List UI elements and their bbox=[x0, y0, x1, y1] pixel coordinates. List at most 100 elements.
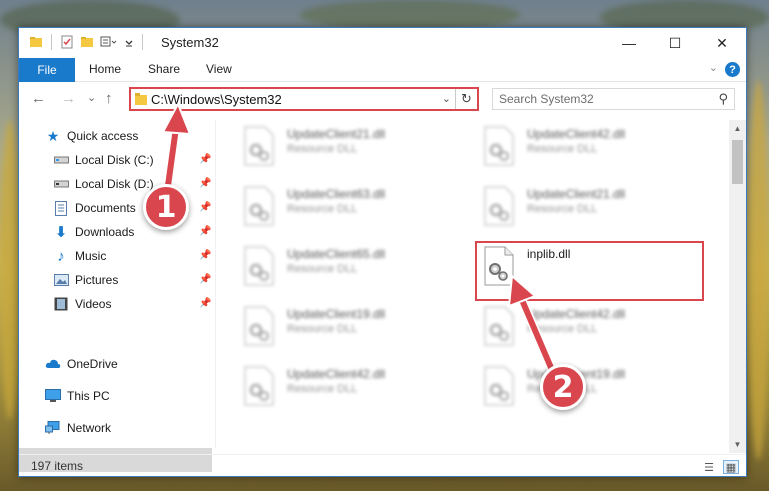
sidebar-item-quick-access[interactable]: ★ Quick access bbox=[45, 124, 139, 148]
file-item[interactable]: UpdateClient63.dll Resource DLL bbox=[239, 184, 469, 240]
file-name: UpdateClient63.dll bbox=[287, 187, 386, 201]
pin-icon[interactable]: 📌 bbox=[199, 250, 211, 261]
sidebar-item-local-disk-c[interactable]: Local Disk (C:) bbox=[53, 148, 154, 172]
properties-icon[interactable] bbox=[60, 35, 74, 49]
back-button[interactable]: ← bbox=[31, 90, 46, 107]
dropdown-arrow-icon[interactable] bbox=[124, 35, 134, 49]
recent-locations-button[interactable]: ⌄ bbox=[87, 91, 96, 104]
address-bar[interactable]: C:\Windows\System32 ⌄ ↻ bbox=[129, 87, 479, 111]
sidebar-item-music[interactable]: ♪ Music bbox=[53, 244, 106, 268]
file-type: Resource DLL bbox=[287, 383, 358, 395]
chevron-down-icon[interactable]: ⌄ bbox=[442, 92, 451, 105]
file-item[interactable]: UpdateClient21.dll Resource DLL bbox=[479, 184, 709, 240]
tab-view[interactable]: View bbox=[206, 62, 232, 76]
file-type: Resource DLL bbox=[527, 203, 598, 215]
star-icon: ★ bbox=[46, 127, 60, 144]
quick-access-toolbar bbox=[29, 34, 145, 50]
pin-icon[interactable]: 📌 bbox=[199, 226, 211, 237]
item-count: 197 items bbox=[31, 459, 84, 473]
folder-icon bbox=[30, 37, 42, 47]
document-icon bbox=[53, 200, 69, 216]
sidebar-item-label: Pictures bbox=[75, 273, 119, 287]
scroll-up-icon[interactable]: ▲ bbox=[729, 120, 746, 137]
file-item[interactable]: UpdateClient19.dll Resource DLL bbox=[479, 364, 709, 420]
sidebar-item-videos[interactable]: Videos bbox=[53, 292, 111, 316]
address-path[interactable]: C:\Windows\System32 bbox=[151, 92, 282, 107]
file-item[interactable]: UpdateClient19.dll Resource DLL bbox=[239, 304, 469, 360]
file-item[interactable]: UpdateClient42.dll Resource DLL bbox=[479, 124, 709, 180]
search-icon[interactable]: ⚲ bbox=[718, 91, 728, 107]
forward-button[interactable]: → bbox=[61, 90, 76, 107]
refresh-icon[interactable]: ↻ bbox=[455, 89, 477, 109]
minimize-button[interactable]: — bbox=[606, 28, 652, 58]
dll-file-icon bbox=[244, 246, 274, 286]
window-title: System32 bbox=[161, 35, 219, 50]
cloud-icon bbox=[45, 356, 61, 372]
file-item[interactable]: UpdateClient42.dll Resource DLL bbox=[479, 304, 709, 360]
search-input[interactable]: Search System32 ⚲ bbox=[492, 88, 735, 110]
dll-file-icon bbox=[244, 186, 274, 226]
file-name: UpdateClient42.dll bbox=[527, 127, 626, 141]
tab-share[interactable]: Share bbox=[148, 62, 180, 76]
sidebar-item-onedrive[interactable]: OneDrive bbox=[45, 352, 118, 376]
tab-home[interactable]: Home bbox=[89, 62, 121, 76]
folder-icon bbox=[135, 93, 147, 105]
drive-icon bbox=[53, 176, 69, 192]
pin-icon[interactable]: 📌 bbox=[199, 298, 211, 309]
sidebar-item-label: Downloads bbox=[75, 225, 135, 239]
up-button[interactable]: ↑ bbox=[105, 90, 113, 107]
file-type: Resource DLL bbox=[527, 143, 598, 155]
drive-icon bbox=[53, 152, 69, 168]
scroll-thumb[interactable] bbox=[732, 140, 743, 184]
ribbon-tabs: File Home Share View ⌄ ? bbox=[19, 58, 746, 82]
sidebar-item-label: Quick access bbox=[67, 129, 139, 143]
dll-file-icon bbox=[484, 126, 514, 166]
file-name: UpdateClient42.dll bbox=[287, 367, 386, 381]
customize-toolbar-icon[interactable] bbox=[100, 35, 118, 49]
sidebar-item-pictures[interactable]: Pictures bbox=[53, 268, 118, 292]
video-icon bbox=[53, 296, 69, 312]
sidebar-item-local-disk-d[interactable]: Local Disk (D:) bbox=[53, 172, 154, 196]
file-type: Resource DLL bbox=[287, 203, 358, 215]
pin-icon[interactable]: 📌 bbox=[199, 274, 211, 285]
pin-icon[interactable]: 📌 bbox=[199, 154, 211, 165]
dll-file-icon bbox=[244, 366, 274, 406]
file-item[interactable]: UpdateClient21.dll Resource DLL bbox=[239, 124, 469, 180]
download-icon: ⬇ bbox=[54, 224, 68, 241]
scroll-down-icon[interactable]: ▼ bbox=[729, 436, 746, 453]
highlight-box-inplib bbox=[475, 241, 704, 301]
sidebar-item-network[interactable]: Network bbox=[45, 416, 111, 440]
file-type: Resource DLL bbox=[287, 263, 358, 275]
file-name: UpdateClient42.dll bbox=[527, 307, 626, 321]
help-icon[interactable]: ? bbox=[725, 62, 740, 77]
tab-file[interactable]: File bbox=[19, 58, 75, 82]
file-name: UpdateClient21.dll bbox=[287, 127, 386, 141]
sidebar-item-this-pc[interactable]: This PC bbox=[45, 384, 110, 408]
details-view-icon[interactable]: ☰ bbox=[701, 460, 717, 474]
toolbar-separator bbox=[51, 34, 52, 50]
maximize-button[interactable]: ☐ bbox=[652, 28, 698, 58]
file-type: Resource DLL bbox=[527, 323, 598, 335]
search-placeholder: Search System32 bbox=[499, 92, 594, 106]
new-folder-icon[interactable] bbox=[80, 35, 94, 49]
step-1-badge: 1 bbox=[143, 184, 189, 230]
file-name: UpdateClient21.dll bbox=[527, 187, 626, 201]
music-icon: ♪ bbox=[57, 247, 65, 265]
pin-icon[interactable]: 📌 bbox=[199, 202, 211, 213]
large-icons-view-icon[interactable]: ▦ bbox=[723, 460, 739, 474]
pin-icon[interactable]: 📌 bbox=[199, 178, 211, 189]
vertical-scrollbar[interactable]: ▲ ▼ bbox=[729, 120, 746, 453]
sidebar-item-documents[interactable]: Documents bbox=[53, 196, 136, 220]
file-type: Resource DLL bbox=[287, 323, 358, 335]
dll-file-icon bbox=[484, 186, 514, 226]
file-item[interactable]: UpdateClient65.dll Resource DLL bbox=[239, 244, 469, 300]
close-button[interactable]: ✕ bbox=[698, 28, 746, 58]
computer-icon bbox=[45, 388, 61, 404]
file-item[interactable]: UpdateClient42.dll Resource DLL bbox=[239, 364, 469, 420]
sidebar-item-downloads[interactable]: ⬇ Downloads bbox=[53, 220, 135, 244]
file-type: Resource DLL bbox=[287, 143, 358, 155]
step-2-badge: 2 bbox=[540, 364, 586, 410]
file-name: UpdateClient19.dll bbox=[287, 307, 386, 321]
status-bar: 197 items ☰ ▦ bbox=[19, 454, 746, 478]
expand-ribbon-icon[interactable]: ⌄ bbox=[709, 61, 718, 74]
